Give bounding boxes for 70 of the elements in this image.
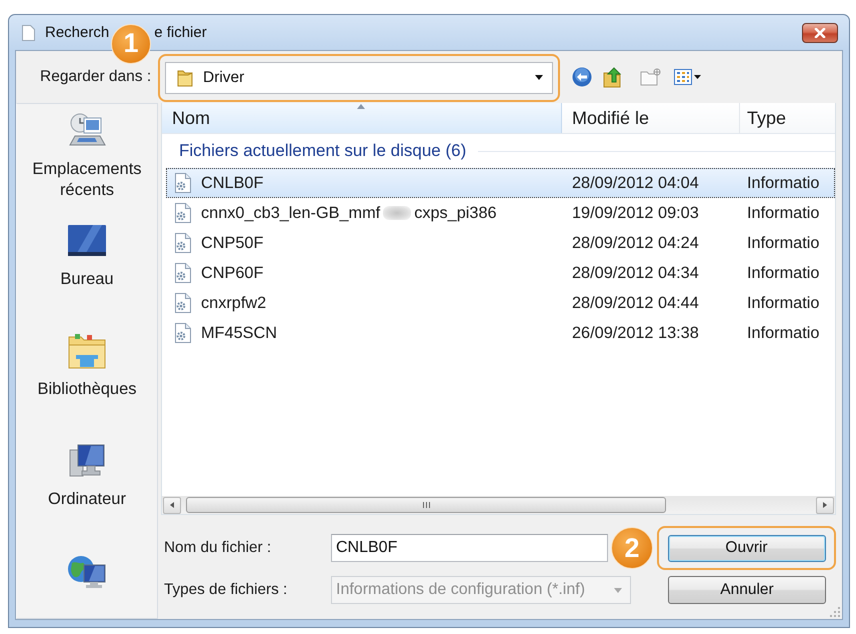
look-in-dropdown[interactable]: Driver <box>165 62 553 94</box>
file-name: CNP50F <box>201 234 264 252</box>
place-button[interactable]: Emplacements récents <box>19 107 155 205</box>
scroll-right-button[interactable] <box>816 496 834 514</box>
file-type: Informatio <box>747 324 820 342</box>
modified-date: 28/09/2012 04:44 <box>572 294 699 312</box>
file-type: Informatio <box>747 204 820 222</box>
file-name: CNLB0F <box>201 174 264 192</box>
file-row[interactable]: MF45SCN 26/09/2012 13:38 Informatio <box>166 318 835 348</box>
file-name: cnxrpfw2 <box>201 294 266 312</box>
file-name-field[interactable]: CNLB0F <box>331 534 608 562</box>
file-row[interactable]: CNP60F 28/09/2012 04:34 Informatio <box>166 258 835 288</box>
place-button[interactable]: Bibliothèques <box>19 327 155 404</box>
folder-icon <box>177 68 193 86</box>
callout-badge: 2 <box>611 527 653 569</box>
column-header[interactable]: Modifié le <box>562 103 740 133</box>
file-type: Informatio <box>747 294 820 312</box>
scroll-left-button[interactable] <box>163 496 181 514</box>
back-icon[interactable] <box>572 67 592 87</box>
folder-up-icon[interactable] <box>602 66 624 88</box>
file-name: cxps_pi386 <box>414 204 497 222</box>
horizontal-scrollbar[interactable] <box>162 496 835 514</box>
document-icon <box>22 24 35 40</box>
modified-date: 26/09/2012 13:38 <box>572 324 699 342</box>
column-header[interactable]: Nom <box>162 103 562 133</box>
open-button[interactable]: Ouvrir <box>668 534 826 562</box>
file-type-label: Types de fichiers : <box>164 581 288 598</box>
sort-arrow-icon <box>357 104 365 109</box>
file-row[interactable]: cnxrpfw2 28/09/2012 04:44 Informatio <box>166 288 835 318</box>
callout-badge: 1 <box>111 24 151 64</box>
file-name: CNP60F <box>201 264 264 282</box>
file-row[interactable]: CNLB0F 28/09/2012 04:04 Informatio <box>166 168 835 198</box>
left-arrow-icon <box>170 502 174 508</box>
grid-view-icon <box>674 69 692 85</box>
look-in-label: Regarder dans : <box>40 68 152 85</box>
place-button[interactable]: Bureau <box>19 217 155 294</box>
file-type: Informatio <box>747 234 820 252</box>
file-name: MF45SCN <box>201 324 277 342</box>
window-title: Recherch <box>45 24 110 42</box>
place-button[interactable]: Ordinateur <box>19 437 155 514</box>
modified-date: 28/09/2012 04:34 <box>572 264 699 282</box>
file-row[interactable]: CNP50F 28/09/2012 04:24 Informatio <box>166 228 835 258</box>
close-icon <box>814 28 826 38</box>
grip-icon <box>422 502 430 508</box>
gear-file-icon <box>174 173 192 193</box>
modified-date: 28/09/2012 04:24 <box>572 234 699 252</box>
caret-icon <box>535 75 543 80</box>
gear-file-icon <box>174 233 192 253</box>
file-type: Informatio <box>747 174 820 192</box>
gear-file-icon <box>174 203 192 223</box>
right-arrow-icon <box>823 502 827 508</box>
gear-file-icon <box>174 323 192 343</box>
close-button[interactable] <box>802 22 838 42</box>
scrollbar-thumb[interactable] <box>186 497 666 513</box>
resize-grip-icon <box>830 607 840 617</box>
group-header: Fichiers actuellement sur le disque (6) <box>179 141 466 161</box>
modified-date: 28/09/2012 04:04 <box>572 174 699 192</box>
caret-icon <box>694 75 701 79</box>
file-type: Informatio <box>747 264 820 282</box>
gear-file-icon <box>174 293 192 313</box>
file-name: cnnx0_cb3_len-GB_mmf <box>201 204 380 222</box>
window-title: e fichier <box>154 24 207 42</box>
cancel-button[interactable]: Annuler <box>668 576 826 604</box>
file-name-label: Nom du fichier : <box>164 539 272 556</box>
file-row[interactable]: cnnx0_cb3_len-GB_mmf cxps_pi386 19/09/2012 09:03 Informatio <box>166 198 835 228</box>
caret-icon <box>614 588 622 592</box>
view-menu-button[interactable] <box>674 69 701 85</box>
gear-file-icon <box>174 263 192 283</box>
modified-date: 19/09/2012 09:03 <box>572 204 699 222</box>
new-folder-icon[interactable] <box>640 68 662 86</box>
